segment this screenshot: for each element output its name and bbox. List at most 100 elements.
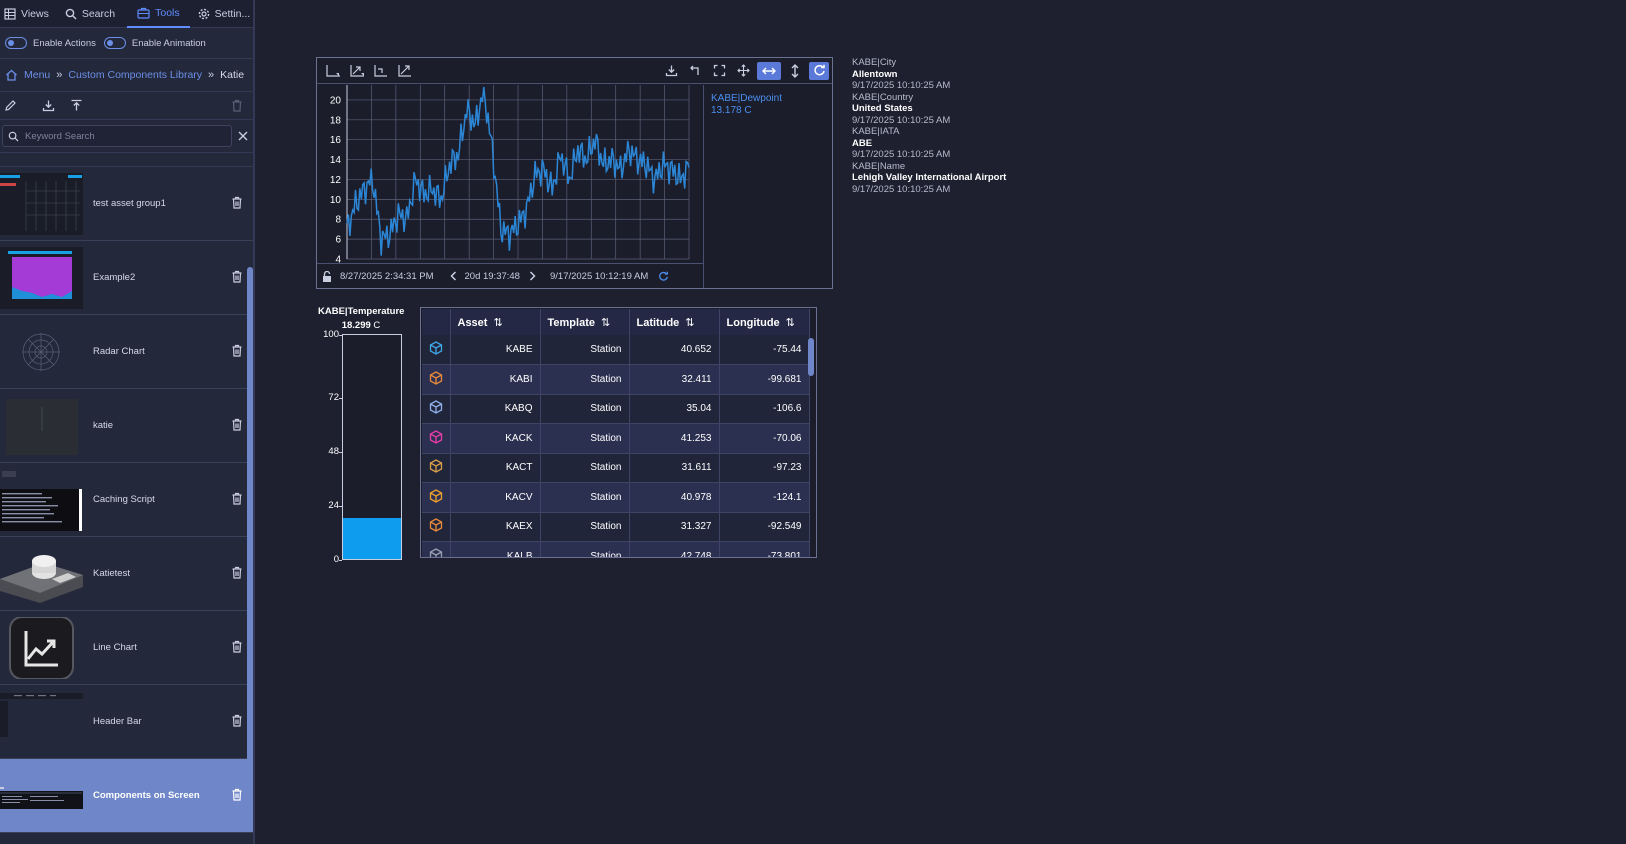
list-item-partial[interactable] <box>0 155 253 167</box>
start-time[interactable]: 8/27/2025 2:34:31 PM <box>340 271 434 282</box>
sort-icon[interactable]: ⇅ <box>493 317 502 329</box>
longitude-column-header[interactable]: Longitude ⇅ <box>719 309 810 335</box>
tab-settings[interactable]: Settin... <box>194 0 253 28</box>
table-row[interactable]: KACK Station 41.253 -70.06 <box>422 423 810 454</box>
template-column-header[interactable]: Template ⇅ <box>540 309 630 335</box>
tab-views[interactable]: Views <box>0 0 53 28</box>
component-thumbnail <box>0 764 83 827</box>
table-row[interactable]: KAEX Station 31.327 -92.549 <box>422 512 810 542</box>
list-item[interactable]: test asset group1 <box>0 167 253 241</box>
table-row[interactable]: KABE Station 40.652 -75.44 <box>422 335 810 365</box>
trash-icon[interactable] <box>231 418 243 431</box>
undo-zoom-button[interactable] <box>685 62 705 80</box>
scrollbar-thumb[interactable] <box>808 338 814 376</box>
list-item[interactable]: Header Bar <box>0 685 253 759</box>
toggle-switch[interactable] <box>5 37 27 49</box>
download-icon <box>42 100 54 112</box>
export-button[interactable] <box>661 62 681 80</box>
gauge-tick-label: 100 <box>316 329 342 340</box>
component-thumbnail <box>0 542 83 605</box>
sort-icon[interactable]: ⇅ <box>601 317 610 329</box>
list-item-selected[interactable]: Components on Screen <box>0 759 253 833</box>
template-cell: Station <box>540 335 630 365</box>
trend-legend[interactable]: KABE|Dewpoint 13.178 C <box>703 85 832 288</box>
cube-icon <box>429 459 442 473</box>
trash-icon[interactable] <box>231 196 243 209</box>
breadcrumb-menu[interactable]: Menu <box>24 69 50 81</box>
list-item[interactable]: katie <box>0 389 253 463</box>
tab-views-label: Views <box>21 8 49 20</box>
cube-icon <box>429 371 442 385</box>
attribute-name: KABE|Name <box>852 160 906 172</box>
list-item[interactable]: Caching Script <box>0 463 253 537</box>
table-row[interactable]: KACT Station 31.611 -97.23 <box>422 453 810 483</box>
pan-button[interactable] <box>733 62 753 80</box>
trash-icon[interactable] <box>231 566 243 579</box>
asset-cell: KABI <box>450 364 541 395</box>
trash-icon[interactable] <box>231 788 243 801</box>
trash-icon[interactable] <box>231 492 243 505</box>
component-thumbnail <box>0 468 83 531</box>
trash-icon[interactable] <box>231 270 243 283</box>
gauge-bar <box>342 334 402 560</box>
sidebar-tabs: Views Search Tools Settin... <box>0 0 253 28</box>
latitude-column-header[interactable]: Latitude ⇅ <box>629 309 720 335</box>
trend-mode-button[interactable] <box>395 62 415 80</box>
cube-icon <box>429 518 442 532</box>
chevron-right-icon[interactable] <box>529 271 536 281</box>
list-item[interactable]: Radar Chart <box>0 315 253 389</box>
enable-actions-toggle[interactable]: Enable Actions <box>5 37 96 49</box>
tab-tools[interactable]: Tools <box>127 0 190 28</box>
vertical-scale-button[interactable] <box>785 62 805 80</box>
asset-type-cell <box>422 335 451 365</box>
asset-cell: KABQ <box>450 394 541 424</box>
home-icon[interactable] <box>5 69 18 81</box>
breadcrumb-current: Katie <box>220 69 245 81</box>
enable-animation-toggle[interactable]: Enable Animation <box>103 37 206 49</box>
table-scrollbar[interactable] <box>808 338 814 557</box>
table-row[interactable]: KABI Station 32.411 -99.681 <box>422 364 810 395</box>
zoom-xy-button[interactable] <box>323 62 343 80</box>
download-button[interactable] <box>40 98 56 114</box>
toggles-row: Enable Actions Enable Animation <box>0 28 253 59</box>
asset-cell: KALB <box>450 541 541 557</box>
lock-icon[interactable] <box>322 270 332 282</box>
list-item[interactable]: Line Chart <box>0 611 253 685</box>
time-range-bar: 8/27/2025 2:34:31 PM 20d 19:37:48 9/17/2… <box>317 263 703 288</box>
asset-type-cell <box>422 394 451 424</box>
asset-column-header[interactable]: Asset ⇅ <box>450 309 541 335</box>
time-span[interactable]: 20d 19:37:48 <box>465 271 520 282</box>
zoom-out-button[interactable] <box>371 62 391 80</box>
keyword-search-input[interactable] <box>25 130 231 142</box>
trend-plot-area[interactable]: 4 6 8 10 12 14 16 18 20 <box>317 85 703 263</box>
breadcrumb-library[interactable]: Custom Components Library <box>68 69 202 81</box>
sort-icon[interactable]: ⇅ <box>685 317 694 329</box>
table-row[interactable]: KACV Station 40.978 -124.1 <box>422 482 810 513</box>
live-refresh-button[interactable] <box>809 61 829 80</box>
refresh-icon[interactable] <box>658 271 669 282</box>
enable-animation-label: Enable Animation <box>131 37 206 49</box>
end-time[interactable]: 9/17/2025 10:12:19 AM <box>550 271 648 282</box>
temperature-gauge[interactable]: KABE|Temperature 18.299 C 100 72 48 24 0 <box>316 306 406 566</box>
table-row[interactable]: KALB Station 42.748 -73.801 <box>422 541 810 557</box>
close-icon[interactable] <box>238 131 248 141</box>
chevron-left-icon[interactable] <box>449 271 457 281</box>
tab-search[interactable]: Search <box>61 0 119 28</box>
horizontal-scale-button[interactable] <box>757 61 781 80</box>
table-row[interactable]: KABQ Station 35.04 -106.6 <box>422 394 810 424</box>
trash-icon[interactable] <box>231 344 243 357</box>
edit-button[interactable] <box>2 98 18 114</box>
trash-icon[interactable] <box>231 640 243 653</box>
fullscreen-button[interactable] <box>709 62 729 80</box>
sidebar-scrollbar[interactable] <box>247 267 253 827</box>
list-item[interactable]: Katietest <box>0 537 253 611</box>
asset-header-label: Asset <box>457 316 488 329</box>
upload-button[interactable] <box>68 98 84 114</box>
zoom-rect-button[interactable] <box>347 62 367 80</box>
trash-icon[interactable] <box>231 714 243 727</box>
upload-icon <box>71 99 81 111</box>
sort-icon[interactable]: ⇅ <box>786 317 795 329</box>
toggle-switch[interactable] <box>103 37 126 49</box>
list-item[interactable]: Example2 <box>0 241 253 315</box>
delete-all-button[interactable] <box>229 98 245 114</box>
